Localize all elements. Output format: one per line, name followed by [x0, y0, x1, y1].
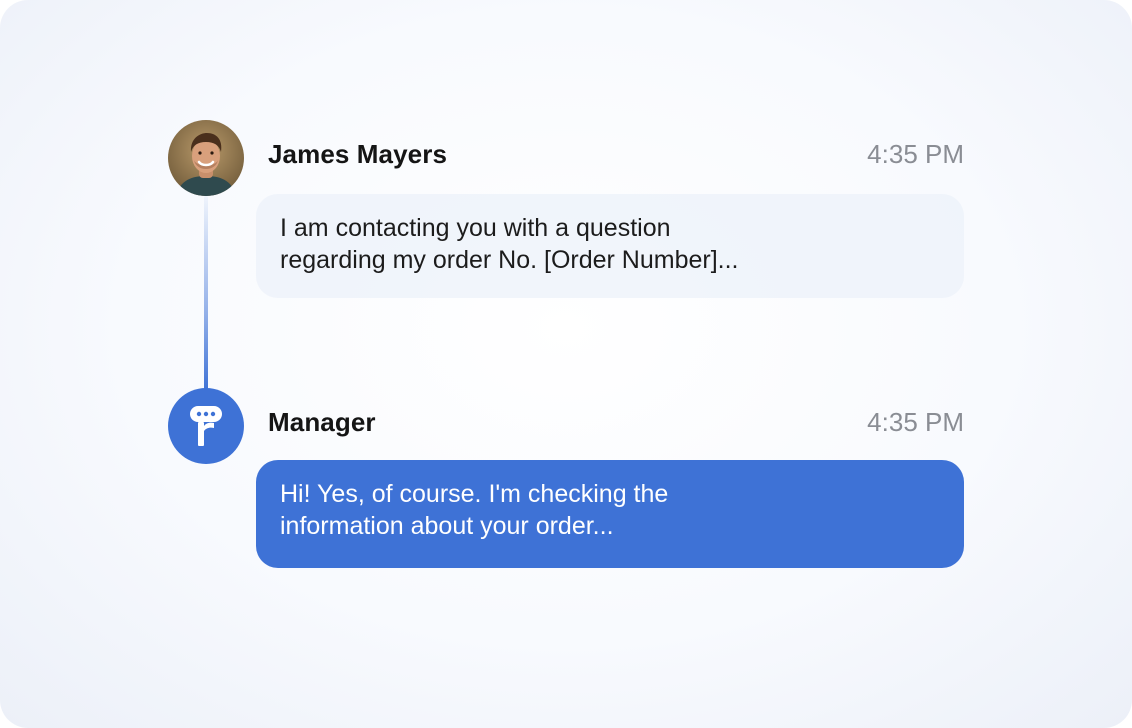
outgoing-message-bubble: Hi! Yes, of course. I'm checking the inf…: [256, 460, 964, 568]
message-text-line: regarding my order No. [Order Number]...: [280, 246, 739, 274]
incoming-message-bubble: I am contacting you with a question rega…: [256, 194, 964, 298]
brand-logo-icon: [190, 406, 222, 446]
sender-name: Manager: [268, 407, 376, 437]
message-text-line: information about your order...: [280, 512, 614, 540]
message-timestamp: 4:35 PM: [867, 139, 964, 169]
user-avatar: [168, 120, 244, 196]
conversation-timeline-line: [204, 196, 208, 392]
manager-avatar: [168, 388, 244, 464]
chat-card: James Mayers 4:35 PM I am contacting you…: [0, 0, 1132, 728]
sender-name: James Mayers: [268, 139, 447, 169]
message-text-line: I am contacting you with a question: [280, 214, 671, 242]
message-timestamp: 4:35 PM: [867, 407, 964, 437]
user-photo-icon: [168, 120, 244, 196]
message-text-line: Hi! Yes, of course. I'm checking the: [280, 480, 669, 508]
